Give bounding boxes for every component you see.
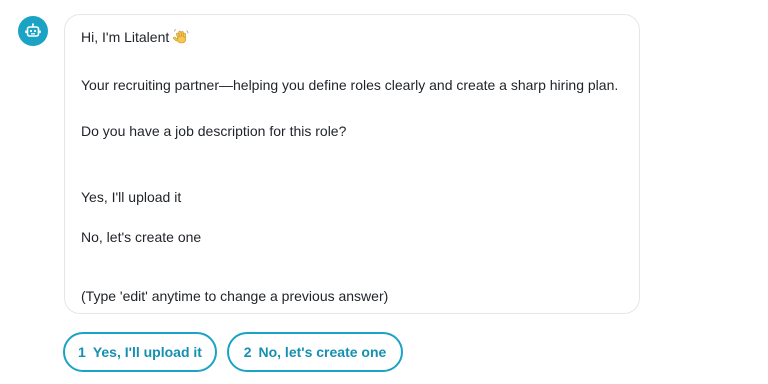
greeting-line: Hi, I'm Litalent — [81, 28, 189, 48]
assistant-message-bubble: Hi, I'm Litalent Your recruiting partner… — [64, 14, 640, 314]
robot-icon — [25, 23, 41, 37]
choice-number: 1 — [78, 344, 86, 360]
choice-number: 2 — [243, 344, 252, 360]
assistant-avatar — [18, 16, 48, 46]
question-text: Do you have a job description for this r… — [81, 123, 347, 139]
waving-hand-icon — [173, 28, 189, 48]
edit-hint-text: (Type 'edit' anytime to change a previou… — [81, 288, 389, 304]
choice-button-create[interactable]: 2 No, let's create one — [227, 332, 403, 372]
option-1-text: Yes, I'll upload it — [81, 189, 182, 205]
greeting-text: Hi, I'm Litalent — [81, 29, 170, 45]
choice-label: No, let's create one — [258, 344, 387, 360]
choice-label: Yes, I'll upload it — [92, 344, 202, 360]
choice-button-upload[interactable]: 1 Yes, I'll upload it — [63, 332, 217, 372]
option-2-text: No, let's create one — [81, 229, 202, 245]
intro-text: Your recruiting partner—helping you defi… — [81, 77, 619, 93]
